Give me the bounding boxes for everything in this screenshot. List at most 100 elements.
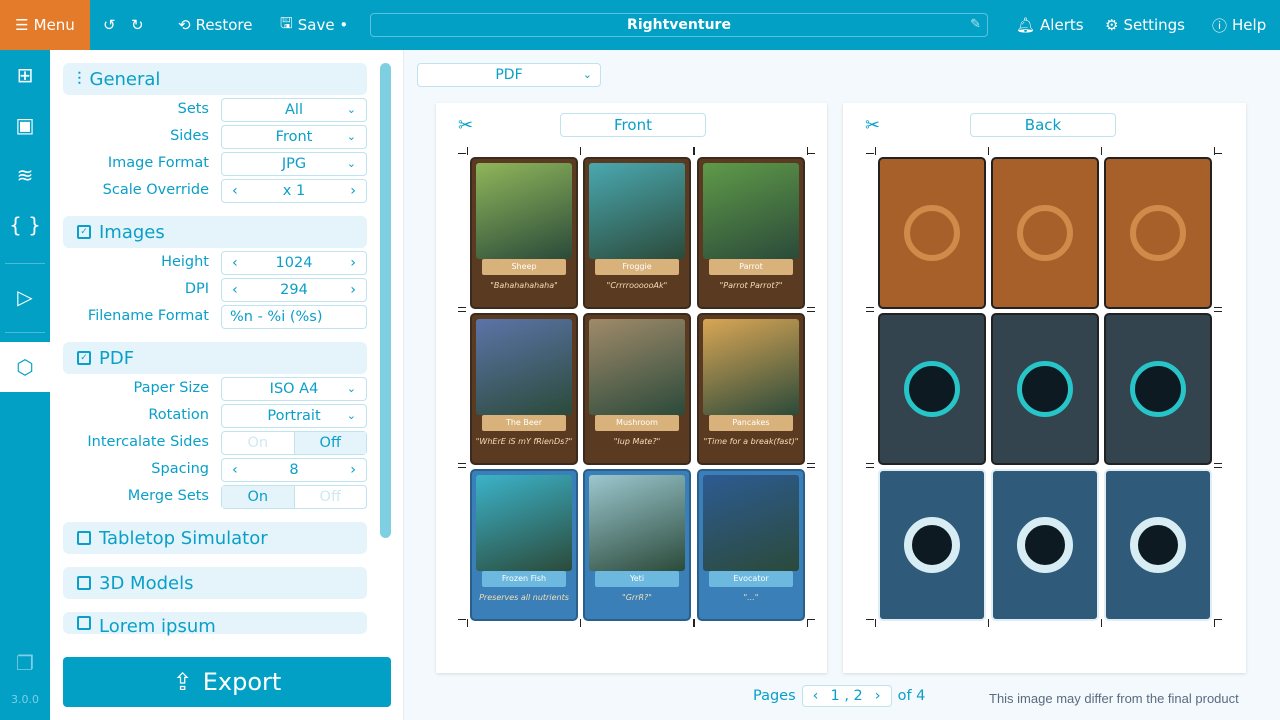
settings-button[interactable]: ⚙ Settings: [1105, 0, 1185, 50]
card-back[interactable]: [878, 313, 986, 465]
toggle-merge-sets[interactable]: On Off: [221, 485, 367, 509]
chevron-down-icon: ⌄: [346, 157, 356, 170]
toggle-off[interactable]: Off: [293, 486, 367, 508]
add-component-icon[interactable]: ⊞: [0, 50, 50, 100]
output-format-select[interactable]: PDF ⌄: [417, 63, 601, 87]
card-front[interactable]: Froggie "CrrrroooooAk": [583, 157, 691, 309]
card-back[interactable]: [878, 469, 986, 621]
code-braces-icon[interactable]: { }: [0, 200, 50, 250]
card-back[interactable]: [991, 157, 1099, 309]
layout-icon[interactable]: ▣: [0, 100, 50, 150]
sets-select[interactable]: All ⌄: [221, 98, 367, 122]
gear-icon: ⚙: [1105, 16, 1119, 34]
image-format-select[interactable]: JPG ⌄: [221, 152, 367, 176]
card-back[interactable]: [1104, 469, 1212, 621]
crop-mark: [1214, 311, 1222, 312]
spacing-stepper[interactable]: ‹ 8 ›: [221, 458, 367, 482]
card-front[interactable]: Frozen Fish Preserves all nutrients: [470, 469, 578, 621]
help-button[interactable]: ⓘ Help: [1212, 0, 1266, 50]
filename-format-input[interactable]: %n - %i (%s): [221, 305, 367, 329]
chevron-right-icon[interactable]: ›: [350, 180, 356, 202]
page-stepper[interactable]: ‹ 1 , 2 ›: [801, 685, 892, 707]
toggle-intercalate-sides[interactable]: On Off: [221, 431, 367, 455]
paper-size-select[interactable]: ISO A4 ⌄: [221, 377, 367, 401]
setting-row: Merge Sets On Off: [63, 485, 367, 509]
section-pdf[interactable]: ✓ PDF: [63, 342, 367, 374]
card-front[interactable]: Evocator "...": [697, 469, 805, 621]
card-back[interactable]: [991, 313, 1099, 465]
setting-row: Rotation Portrait ⌄: [63, 404, 367, 428]
scale-override-stepper[interactable]: ‹ x 1 ›: [221, 179, 367, 203]
undo-button[interactable]: ↺: [103, 0, 116, 50]
chevron-down-icon: ⌄: [346, 130, 356, 143]
scrollbar[interactable]: [380, 63, 391, 538]
card-art: [703, 163, 799, 259]
card-name: Sheep: [482, 259, 566, 275]
section-tts[interactable]: Tabletop Simulator: [63, 522, 367, 554]
card-front[interactable]: Parrot "Parrot Parrot?": [697, 157, 805, 309]
setting-value: 1024: [275, 255, 313, 271]
section-images[interactable]: ✓ Images: [63, 216, 367, 248]
alerts-button[interactable]: 🔔︎ Alerts: [1016, 0, 1084, 50]
sides-select[interactable]: Front ⌄: [221, 125, 367, 149]
chevron-right-icon[interactable]: ›: [350, 279, 356, 301]
menu-button[interactable]: ☰ Menu: [0, 0, 90, 50]
checkbox-icon[interactable]: [77, 616, 91, 630]
prev-page-icon[interactable]: ‹: [813, 686, 819, 706]
chevron-right-icon[interactable]: ›: [350, 459, 356, 481]
dpi-stepper[interactable]: ‹ 294 ›: [221, 278, 367, 302]
section-lorem[interactable]: Lorem ipsum: [63, 612, 367, 637]
chevron-left-icon[interactable]: ‹: [232, 252, 238, 274]
height-stepper[interactable]: ‹ 1024 ›: [221, 251, 367, 275]
page-total: of 4: [897, 688, 926, 704]
checkbox-checked-icon[interactable]: ✓: [77, 225, 91, 239]
section-title: PDF: [99, 347, 135, 369]
setting-value: JPG: [281, 156, 307, 172]
checkbox-checked-icon[interactable]: ✓: [77, 351, 91, 365]
card-art: [589, 475, 685, 571]
card-front[interactable]: Pancakes "Time for a break(fast)": [697, 313, 805, 465]
card-back[interactable]: [1104, 313, 1212, 465]
redo-icon: ↻: [131, 16, 144, 34]
redo-button[interactable]: ↻: [131, 0, 144, 50]
checkbox-icon[interactable]: [77, 531, 91, 545]
section-title: Images: [99, 221, 165, 243]
checkbox-icon[interactable]: [77, 576, 91, 590]
card-front[interactable]: Sheep "Bahahahahaha": [470, 157, 578, 309]
play-icon[interactable]: ▷: [0, 272, 50, 322]
toggle-on[interactable]: On: [222, 432, 294, 454]
crop-mark: [866, 619, 874, 620]
crop-mark: [1214, 467, 1222, 468]
section-title: Tabletop Simulator: [99, 527, 268, 549]
section-models[interactable]: 3D Models: [63, 567, 367, 599]
chevron-left-icon[interactable]: ‹: [232, 279, 238, 301]
toggle-off[interactable]: Off: [293, 432, 366, 454]
card-name: Yeti: [595, 571, 679, 587]
export-box-icon[interactable]: ⬡: [0, 342, 50, 392]
chevron-right-icon[interactable]: ›: [350, 252, 356, 274]
setting-row: Sides Front ⌄: [63, 125, 367, 149]
card-front[interactable]: Mushroom "Iup Mate?": [583, 313, 691, 465]
section-general[interactable]: ⫶ General: [63, 63, 367, 95]
rotation-select[interactable]: Portrait ⌄: [221, 404, 367, 428]
scissors-icon: ✂: [458, 115, 474, 136]
divider: [5, 332, 45, 333]
card-front[interactable]: Yeti "GrrR?": [583, 469, 691, 621]
chevron-left-icon[interactable]: ‹: [232, 459, 238, 481]
card-art: [589, 319, 685, 415]
card-back[interactable]: [878, 157, 986, 309]
export-button[interactable]: ⇪ Export: [63, 657, 391, 707]
card-quote: "...": [743, 593, 759, 602]
next-page-icon[interactable]: ›: [875, 686, 881, 706]
card-front[interactable]: The Beer "WhErE iS mY fRienDs?": [470, 313, 578, 465]
card-back[interactable]: [1104, 157, 1212, 309]
chevron-left-icon[interactable]: ‹: [232, 180, 238, 202]
section-title: 3D Models: [99, 572, 194, 594]
crop-mark: [988, 619, 989, 627]
project-title-input[interactable]: Rightventure ✎: [370, 13, 988, 37]
card-back[interactable]: [991, 469, 1099, 621]
database-icon[interactable]: ≋: [0, 150, 50, 200]
toggle-on[interactable]: On: [222, 486, 294, 508]
restore-button[interactable]: ⟲ Restore: [178, 0, 253, 50]
save-button[interactable]: 🖫 Save •: [280, 0, 348, 50]
